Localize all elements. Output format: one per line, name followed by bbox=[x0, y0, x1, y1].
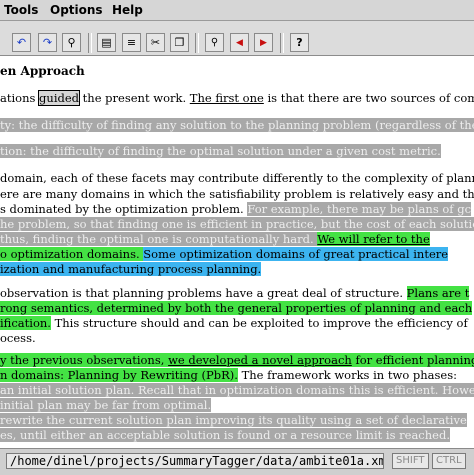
binoculars-icon: ⚲ bbox=[67, 36, 76, 49]
gray-highlight: ty: the difficulty of finding any soluti… bbox=[0, 118, 474, 132]
gray-highlight: tion: the difficulty of finding the opti… bbox=[0, 144, 441, 158]
text: observation is that planning problems ha… bbox=[0, 286, 407, 300]
gray-highlight: For example, there may be plans of gc bbox=[247, 202, 472, 216]
copy-button[interactable]: ❐ bbox=[170, 33, 189, 52]
para2-line7: ization and manufacturing process planni… bbox=[0, 262, 262, 277]
para3-line4: ocess. bbox=[0, 331, 36, 345]
para2-line4: he problem, so that finding one is effic… bbox=[0, 217, 474, 232]
menu-options[interactable]: Options bbox=[50, 3, 103, 17]
para4-line4: initial plan may be far from optimal. bbox=[0, 398, 212, 413]
para4-line2: n domains: Planning by Rewriting (PbR). … bbox=[0, 368, 457, 383]
search-button[interactable]: ⚲ bbox=[205, 33, 224, 52]
para2-line2: ere are many domains in which the satisf… bbox=[0, 187, 474, 201]
cut-icon: ✂ bbox=[150, 36, 161, 49]
para3-line1: observation is that planning problems ha… bbox=[0, 286, 470, 301]
gray-line-2: tion: the difficulty of finding the opti… bbox=[0, 144, 441, 159]
document-button[interactable]: ▤ bbox=[97, 33, 116, 52]
gray-highlight: he problem, so that finding one is effic… bbox=[0, 217, 474, 231]
para3-line2: rong semantics, determined by both the g… bbox=[0, 301, 473, 316]
list-button[interactable]: ≡ bbox=[122, 33, 141, 52]
ctrl-indicator: CTRL bbox=[432, 453, 466, 469]
text: the present work. bbox=[79, 91, 190, 105]
selected-word[interactable]: guided bbox=[38, 90, 81, 106]
prev-icon: ◀ bbox=[236, 37, 243, 48]
next-button[interactable]: ▶ bbox=[254, 33, 273, 52]
list-icon: ≡ bbox=[126, 36, 137, 49]
menu-bar: Tools Options Help bbox=[0, 0, 474, 21]
para4-line3: an initial solution plan. Recall that in… bbox=[0, 383, 474, 398]
menu-tools[interactable]: Tools bbox=[4, 3, 38, 17]
para2-line3: s dominated by the optimization problem.… bbox=[0, 202, 472, 217]
cut-button[interactable]: ✂ bbox=[146, 33, 165, 52]
help-icon: ? bbox=[296, 36, 303, 49]
next-icon: ▶ bbox=[260, 37, 267, 48]
copy-icon: ❐ bbox=[174, 36, 185, 49]
section-heading: en Approach bbox=[0, 64, 85, 78]
gray-highlight: initial plan may be far from optimal. bbox=[0, 398, 212, 412]
prev-button[interactable]: ◀ bbox=[230, 33, 249, 52]
undo-button[interactable]: ↶ bbox=[12, 33, 31, 52]
gray-highlight: thus, finding the optimal one is computa… bbox=[0, 232, 318, 246]
redo-icon: ↷ bbox=[42, 36, 53, 49]
text: s dominated by the optimization problem. bbox=[0, 202, 248, 216]
text: ations bbox=[0, 91, 36, 105]
menu-help[interactable]: Help bbox=[112, 3, 143, 17]
blue-highlight: Some optimization domains of great pract… bbox=[143, 247, 449, 261]
green-highlight: o optimization domains. bbox=[0, 247, 144, 261]
para2-line1: domain, each of these facets may contrib… bbox=[0, 171, 474, 185]
green-highlight: rong semantics, determined by both the g… bbox=[0, 301, 473, 315]
para3-line3: ification. This structure should and can… bbox=[0, 316, 468, 331]
search-icon: ⚲ bbox=[210, 37, 219, 48]
para1-line: ations guided the present work. The firs… bbox=[0, 90, 474, 106]
green-highlight: We will refer to the bbox=[317, 232, 430, 246]
help-button[interactable]: ? bbox=[290, 33, 309, 52]
document-icon: ▤ bbox=[101, 36, 112, 49]
toolbar: ↶ ↷ ⚲ ▤ ≡ ✂ ❐ ⚲ ◀ ▶ ? bbox=[0, 21, 474, 56]
green-highlight: ification. bbox=[0, 316, 51, 330]
para4-line1: y the previous observations, we develope… bbox=[0, 353, 474, 368]
gray-line-1: ty: the difficulty of finding any soluti… bbox=[0, 118, 474, 133]
text: This structure should and can be exploit… bbox=[50, 316, 468, 330]
para4-line6: es, until either an acceptable solution … bbox=[0, 428, 450, 443]
green-highlight: y the previous observations, bbox=[0, 353, 169, 367]
blue-highlight: ization and manufacturing process planni… bbox=[0, 262, 262, 276]
shift-indicator: SHIFT bbox=[392, 453, 429, 469]
status-bar: /home/dinel/projects/SummaryTagger/data/… bbox=[0, 448, 474, 475]
gray-highlight: es, until either an acceptable solution … bbox=[0, 428, 450, 442]
gray-highlight: rewrite the current solution plan improv… bbox=[0, 413, 467, 427]
document-view[interactable]: en Approach ations guided the present wo… bbox=[0, 56, 474, 448]
para2-line5: thus, finding the optimal one is computa… bbox=[0, 232, 430, 247]
undo-icon: ↶ bbox=[16, 36, 27, 49]
green-highlight-underlined: we developed a novel approach bbox=[168, 353, 352, 367]
find-button[interactable]: ⚲ bbox=[62, 33, 81, 52]
text: The framework works in two phases: bbox=[237, 368, 458, 382]
green-highlight: Plans are t bbox=[406, 286, 470, 300]
para2-line6: o optimization domains. Some optimizatio… bbox=[0, 247, 449, 262]
green-highlight: n domains: Planning by Rewriting (PbR). bbox=[0, 368, 238, 382]
para4-line5: rewrite the current solution plan improv… bbox=[0, 413, 467, 428]
text: is that there are two sources of compl bbox=[263, 91, 474, 105]
file-path-field: /home/dinel/projects/SummaryTagger/data/… bbox=[6, 453, 384, 469]
gray-highlight: an initial solution plan. Recall that in… bbox=[0, 383, 474, 397]
green-highlight: for efficient planning bbox=[351, 353, 474, 367]
redo-button[interactable]: ↷ bbox=[38, 33, 57, 52]
underlined-text: The first one bbox=[189, 91, 264, 105]
